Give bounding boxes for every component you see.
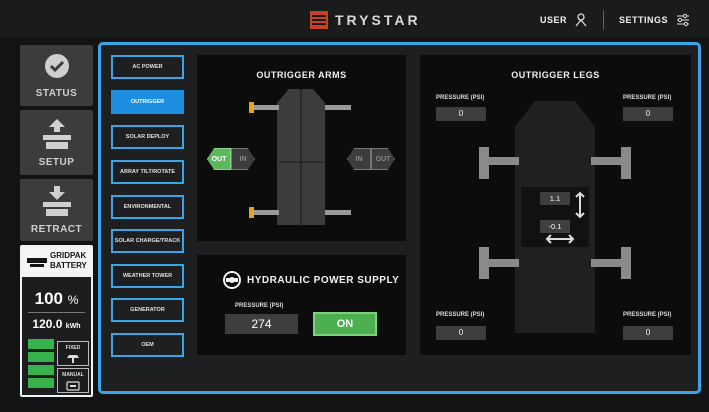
panel-title: OUTRIGGER ARMS	[256, 70, 347, 80]
manual-remote-icon	[66, 381, 80, 391]
sidebar-item-retract[interactable]: RETRACT	[20, 179, 93, 241]
settings-button[interactable]: SETTINGS	[619, 13, 690, 27]
sidebar-item-setup[interactable]: SETUP	[20, 110, 93, 175]
battery-level-bars	[28, 339, 54, 391]
sliders-icon	[677, 13, 690, 27]
battery-header: GRIDPAK BATTERY	[22, 247, 91, 277]
panel-title: HYDRAULIC POWER SUPPLY	[247, 275, 400, 286]
main-panel: AC POWER OUTRIGGER SOLAR DEPLOY ARRAY TI…	[98, 42, 701, 394]
user-icon	[575, 13, 587, 27]
sidebar-item-status[interactable]: STATUS	[20, 45, 93, 106]
tab-outrigger[interactable]: OUTRIGGER	[111, 90, 184, 114]
battery-cell	[28, 365, 54, 375]
right-arm-out-button[interactable]: OUT	[371, 148, 395, 170]
rear-left-pressure-value: 0	[436, 326, 486, 340]
trystar-logo-icon	[310, 11, 328, 29]
brand: TRYSTAR	[310, 10, 421, 30]
hydraulic-power-toggle[interactable]: ON	[313, 312, 377, 336]
settings-label: SETTINGS	[619, 15, 669, 25]
battery-trailer-icon	[27, 258, 47, 267]
lower-panel-icon	[42, 186, 71, 216]
battery-percent-value: 100	[34, 289, 63, 308]
tab-solar-charge-track[interactable]: SOLAR CHARGE/TRACK	[111, 229, 184, 253]
battery-percent-unit: %	[67, 293, 79, 307]
sidebar-item-label: RETRACT	[30, 224, 83, 235]
mode-manual-button[interactable]: MANUAL	[57, 368, 89, 393]
hydraulic-pressure-label: PRESSURE (PSI)	[235, 303, 284, 309]
tab-oem[interactable]: OEM	[111, 333, 184, 357]
rear-left-pressure-label: PRESSURE (PSI)	[436, 312, 485, 318]
battery-title-line1: GRIDPAK	[50, 251, 87, 260]
left-arm-out-button[interactable]: OUT	[207, 148, 231, 170]
front-right-pressure-label: PRESSURE (PSI)	[623, 95, 672, 101]
hydraulic-panel: HYDRAULIC POWER SUPPLY PRESSURE (PSI) 27…	[197, 255, 406, 355]
hydraulic-pressure-value: 274	[225, 314, 298, 334]
front-left-pressure-value: 0	[436, 107, 486, 121]
tilt-x-value: -0.1	[540, 220, 570, 233]
right-arm-toggle: IN OUT	[347, 148, 395, 170]
tilt-y-value: 1.1	[540, 192, 570, 205]
panel-title: OUTRIGGER LEGS	[511, 70, 600, 80]
header-divider	[603, 10, 604, 30]
battery-energy-unit: kWh	[65, 323, 81, 330]
battery-panel: GRIDPAK BATTERY 100 % 120.0 kWh FIXED MA…	[20, 245, 93, 397]
sidebar-item-label: SETUP	[38, 157, 75, 168]
raise-panel-icon	[42, 119, 71, 149]
tab-generator[interactable]: GENERATOR	[111, 298, 184, 322]
trailer-diagram	[249, 89, 351, 225]
battery-energy-value: 120.0	[32, 317, 63, 331]
hydraulic-pump-icon	[223, 271, 241, 289]
tab-environmental[interactable]: ENVIRONMENTAL	[111, 195, 184, 219]
battery-title-line2: BATTERY	[50, 261, 87, 270]
battery-cell	[28, 378, 54, 388]
front-right-pressure-value: 0	[623, 107, 673, 121]
right-arm-in-button[interactable]: IN	[347, 148, 371, 170]
battery-title: GRIDPAK BATTERY	[50, 251, 87, 271]
user-label: USER	[540, 15, 568, 25]
left-arm-toggle: OUT IN	[207, 148, 255, 170]
rear-right-pressure-label: PRESSURE (PSI)	[623, 312, 672, 318]
tab-weather-tower[interactable]: WEATHER TOWER	[111, 264, 184, 288]
sidebar-item-label: STATUS	[35, 88, 78, 99]
user-button[interactable]: USER	[540, 13, 587, 27]
rear-right-pressure-value: 0	[623, 326, 673, 340]
battery-cell	[28, 352, 54, 362]
mode-fixed-button[interactable]: FIXED	[57, 341, 89, 366]
leg-diagram	[479, 101, 631, 333]
left-arm-in-button[interactable]: IN	[231, 148, 255, 170]
battery-percent: 100 %	[22, 289, 91, 309]
tab-array-tilt-rotate[interactable]: ARRAY TILT/ROTATE	[111, 160, 184, 184]
battery-cell	[28, 339, 54, 349]
outrigger-arms-panel: OUTRIGGER ARMS OUT IN IN OUT	[197, 55, 406, 241]
tab-solar-deploy[interactable]: SOLAR DEPLOY	[111, 125, 184, 149]
check-circle-icon	[44, 54, 69, 78]
brand-name: TRYSTAR	[335, 12, 421, 28]
mode-manual-label: MANUAL	[62, 372, 84, 378]
top-bar: TRYSTAR USER SETTINGS	[0, 0, 709, 38]
battery-divider	[28, 312, 85, 313]
battery-energy: 120.0 kWh	[22, 317, 91, 331]
tab-ac-power[interactable]: AC POWER	[111, 55, 184, 79]
fixed-array-icon	[67, 355, 79, 363]
mode-fixed-label: FIXED	[65, 345, 81, 351]
front-left-pressure-label: PRESSURE (PSI)	[436, 95, 485, 101]
outrigger-legs-panel: OUTRIGGER LEGS 1.1 -0.1 PRESSURE (PSI) 0…	[420, 55, 691, 355]
